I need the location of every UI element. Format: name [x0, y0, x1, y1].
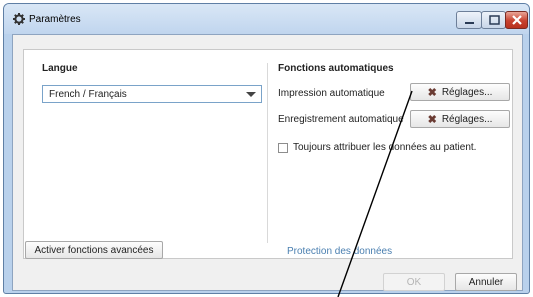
x-icon: ✖	[427, 86, 437, 99]
advanced-functions-button[interactable]: Activer fonctions avancées	[25, 241, 163, 259]
maximize-button[interactable]	[481, 11, 506, 29]
auto-print-settings-button[interactable]: ✖ Réglages...	[410, 83, 510, 101]
minimize-icon	[465, 22, 474, 24]
advanced-functions-label: Activer fonctions avancées	[34, 244, 154, 256]
gear-icon	[13, 13, 25, 25]
auto-print-settings-label: Réglages...	[441, 86, 493, 98]
window-title: Paramètres	[29, 14, 81, 25]
auto-save-settings-label: Réglages...	[441, 113, 493, 125]
cancel-label: Annuler	[468, 276, 504, 288]
auto-print-label: Impression automatique	[278, 88, 385, 99]
chevron-down-icon	[246, 92, 256, 97]
auto-save-settings-button[interactable]: ✖ Réglages...	[410, 110, 510, 128]
language-select-value: French / Français	[49, 89, 127, 100]
ok-label: OK	[406, 276, 422, 288]
maximize-icon	[489, 15, 500, 25]
close-icon	[512, 15, 522, 25]
ok-button[interactable]: OK	[383, 273, 445, 291]
title-bar[interactable]: Paramètres	[4, 4, 529, 34]
cancel-button[interactable]: Annuler	[455, 273, 517, 291]
data-protection-link[interactable]: Protection des données	[287, 246, 392, 257]
divider	[267, 63, 268, 243]
language-select[interactable]: French / Français	[42, 85, 262, 103]
always-assign-label[interactable]: Toujours attribuer les données au patien…	[293, 142, 476, 153]
close-button[interactable]	[505, 11, 528, 29]
settings-panel: Langue French / Français Fonctions autom…	[23, 49, 513, 259]
x-icon: ✖	[427, 113, 437, 126]
minimize-button[interactable]	[456, 11, 482, 29]
settings-window: Paramètres Langue French / Français Fonc…	[3, 3, 530, 294]
dialog-body: Langue French / Français Fonctions autom…	[12, 34, 523, 291]
language-heading: Langue	[42, 63, 78, 74]
auto-save-label: Enregistrement automatique	[278, 114, 404, 125]
always-assign-checkbox[interactable]	[278, 143, 288, 153]
auto-functions-heading: Fonctions automatiques	[278, 63, 394, 74]
